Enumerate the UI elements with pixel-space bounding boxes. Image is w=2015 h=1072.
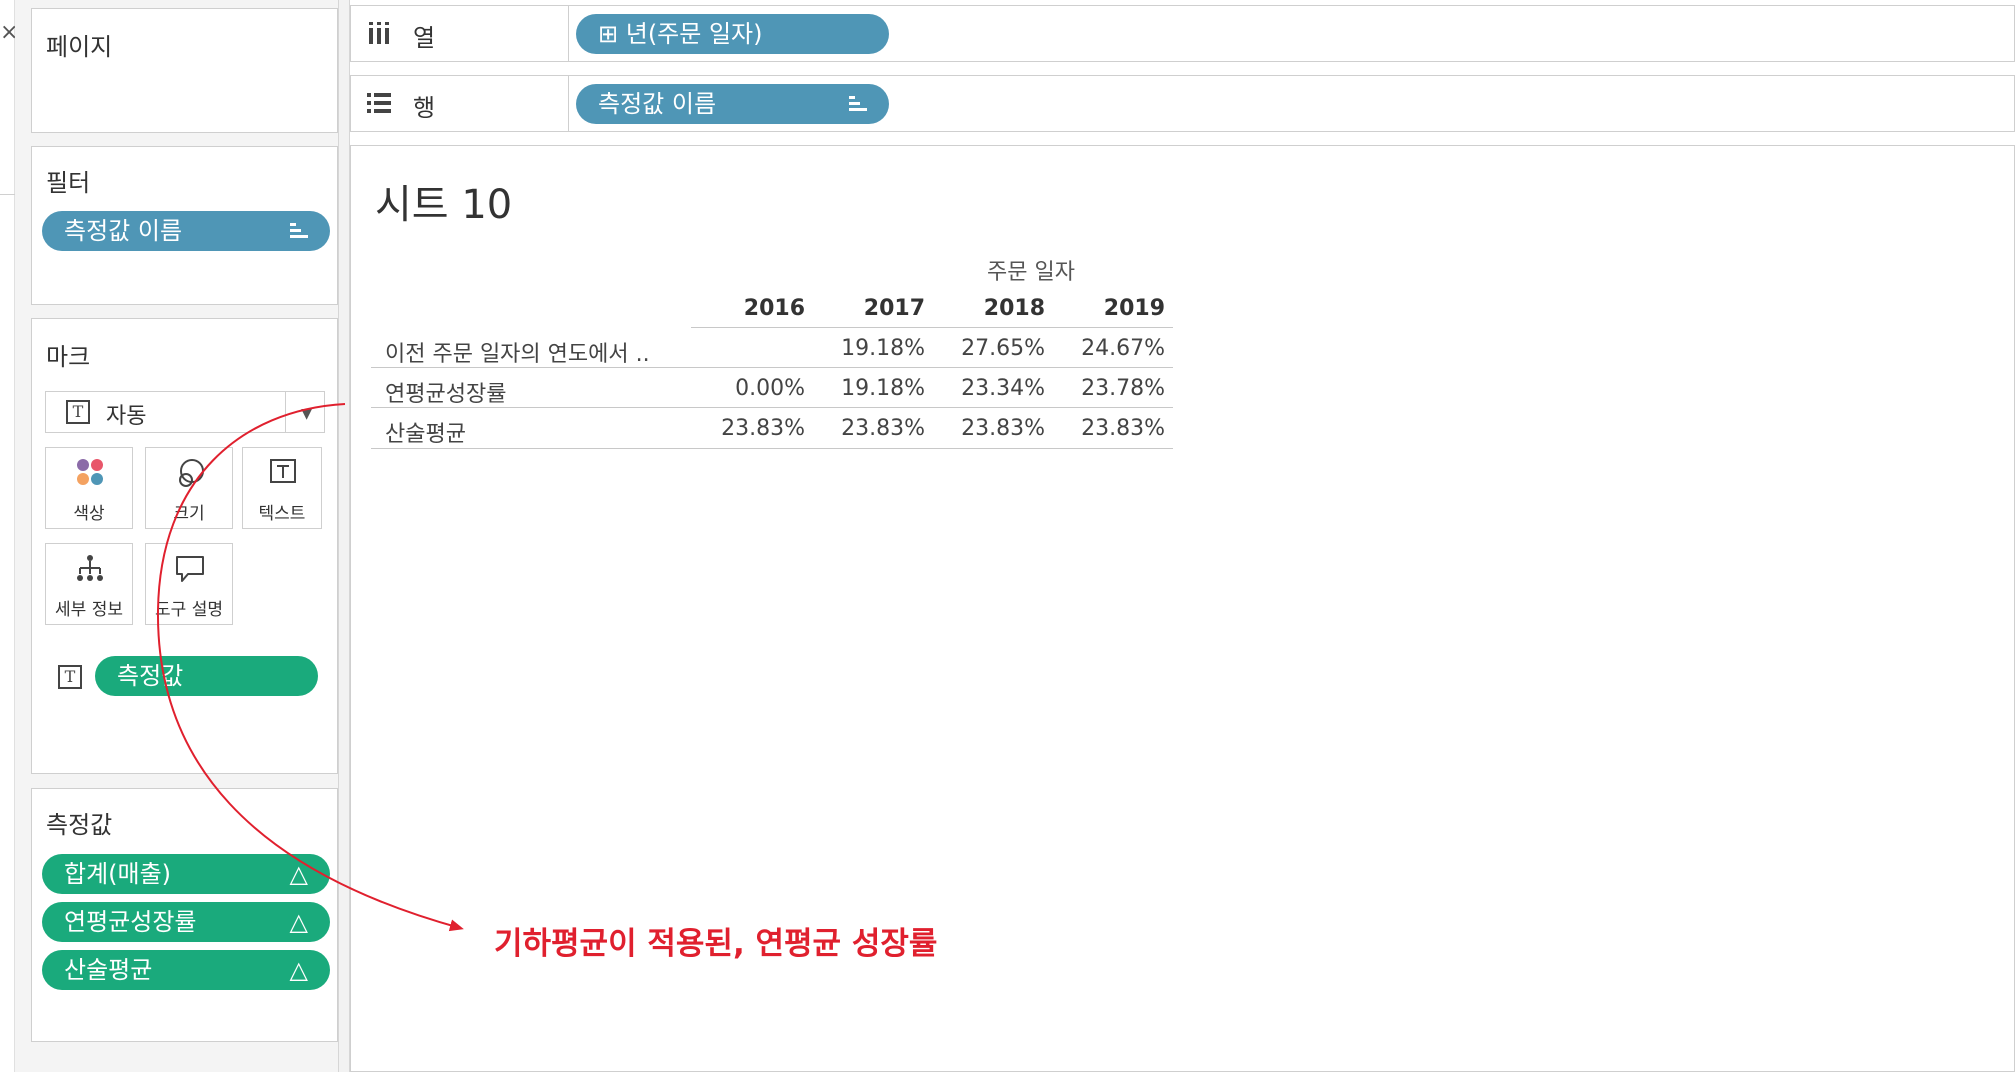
color-button[interactable]: 색상	[45, 447, 133, 529]
tooltip-button-label: 도구 설명	[155, 600, 223, 620]
table-cell[interactable]: 23.34%	[935, 376, 1045, 401]
size-icon	[179, 459, 204, 487]
measure-values-title: 측정값	[46, 811, 113, 839]
year-header[interactable]: 2019	[1055, 296, 1165, 321]
mark-type-dropdown[interactable]: T 자동 ▼	[45, 391, 325, 433]
text-icon	[270, 459, 296, 483]
measure-values-card: 측정값 합계(매출) △ 연평균성장률 △ 산술평균 △	[31, 788, 338, 1042]
text-button[interactable]: 텍스트	[242, 447, 322, 529]
filters-card: 필터 측정값 이름	[31, 146, 338, 305]
table-cell[interactable]: 23.83%	[935, 416, 1045, 441]
delta-icon: △	[289, 956, 308, 984]
color-dots-icon	[77, 459, 103, 485]
mark-type-label: 자동	[106, 404, 147, 429]
measure-pill-sum-sales[interactable]: 합계(매출) △	[42, 854, 330, 894]
measure-pill-label: 합계(매출)	[64, 860, 172, 888]
filters-title: 필터	[46, 169, 91, 197]
tooltip-speech-icon	[176, 556, 204, 582]
row-label[interactable]: 연평균성장률	[385, 376, 506, 408]
pages-title: 페이지	[46, 33, 113, 61]
chevron-down-icon[interactable]: ▼	[301, 406, 312, 422]
columns-pill-order-year[interactable]: ⊞ 년(주문 일자)	[576, 14, 889, 54]
text-mark-icon: T	[66, 400, 90, 424]
year-header[interactable]: 2016	[695, 296, 805, 321]
text-field-pill-label: 측정값	[117, 662, 184, 690]
table-cell[interactable]: 23.83%	[1055, 416, 1165, 441]
columns-pill-label: ⊞ 년(주문 일자)	[598, 20, 763, 48]
row-label[interactable]: 이전 주문 일자의 연도에서 ..	[385, 336, 650, 368]
table-cell[interactable]: 23.83%	[815, 416, 925, 441]
measure-pill-arithmetic-mean[interactable]: 산술평균 △	[42, 950, 330, 990]
color-button-label: 색상	[73, 504, 105, 524]
row-divider	[371, 407, 1173, 408]
sort-icon	[849, 96, 867, 112]
detail-button-label: 세부 정보	[55, 600, 123, 620]
size-button[interactable]: 크기	[145, 447, 233, 529]
pages-card: 페이지	[31, 8, 338, 133]
divider	[0, 194, 15, 195]
filter-pill-measure-names[interactable]: 측정값 이름	[42, 211, 330, 251]
text-button-label: 텍스트	[258, 504, 306, 524]
table-cell[interactable]: 24.67%	[1055, 336, 1165, 361]
table-cell[interactable]: 27.65%	[935, 336, 1045, 361]
sort-icon	[290, 223, 308, 239]
year-header[interactable]: 2018	[935, 296, 1045, 321]
marks-card: 마크 T 자동 ▼ 색상 크기 텍스트 세부 정보 도구 설명 T 측정값	[31, 318, 338, 774]
rows-pill-label: 측정값 이름	[598, 90, 717, 118]
rows-icon	[367, 93, 391, 113]
row-divider	[371, 448, 1173, 449]
columns-shelf-header: 열	[351, 6, 569, 61]
detail-button[interactable]: 세부 정보	[45, 543, 133, 625]
annotation-text: 기하평균이 적용된, 연평균 성장률	[494, 926, 938, 962]
year-header[interactable]: 2017	[815, 296, 925, 321]
text-field-icon: T	[58, 665, 82, 689]
measure-pill-label: 산술평균	[64, 956, 153, 984]
size-button-label: 크기	[173, 504, 205, 524]
header-divider	[691, 327, 1173, 328]
sheet-title: 시트 10	[375, 182, 513, 228]
tooltip-button[interactable]: 도구 설명	[145, 543, 233, 625]
rows-shelf[interactable]: 행 측정값 이름	[350, 75, 2015, 132]
left-edge-strip: ×	[0, 0, 18, 1072]
text-field-pill-measure-values[interactable]: 측정값	[95, 656, 318, 696]
row-label[interactable]: 산술평균	[385, 416, 466, 448]
columns-icon	[369, 22, 389, 44]
rows-shelf-header: 행	[351, 76, 569, 131]
delta-icon: △	[289, 908, 308, 936]
table-cell[interactable]: 23.78%	[1055, 376, 1165, 401]
filter-pill-label: 측정값 이름	[64, 217, 183, 245]
marks-title: 마크	[46, 343, 91, 371]
measure-pill-cagr[interactable]: 연평균성장률 △	[42, 902, 330, 942]
columns-shelf[interactable]: 열 ⊞ 년(주문 일자)	[350, 5, 2015, 62]
table-cell[interactable]: 19.18%	[815, 376, 925, 401]
column-group-header: 주문 일자	[987, 260, 1075, 285]
rows-pill-measure-names[interactable]: 측정값 이름	[576, 84, 889, 124]
delta-icon: △	[289, 860, 308, 888]
table-cell[interactable]: 0.00%	[695, 376, 805, 401]
table-cell[interactable]: 19.18%	[815, 336, 925, 361]
panel-divider[interactable]	[338, 0, 350, 1072]
table-cell[interactable]: 23.83%	[695, 416, 805, 441]
measure-pill-label: 연평균성장률	[64, 908, 197, 936]
columns-shelf-label: 열	[413, 24, 436, 52]
rows-shelf-label: 행	[413, 94, 436, 122]
row-divider	[371, 367, 1173, 368]
detail-hierarchy-icon	[77, 555, 103, 581]
